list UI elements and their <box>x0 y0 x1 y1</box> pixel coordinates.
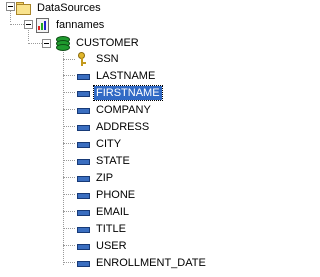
tree-node-datasources[interactable]: DataSources <box>15 0 103 16</box>
key-icon <box>74 51 90 67</box>
collapse-toggle-fannames[interactable] <box>24 20 33 29</box>
tree-field-firstname[interactable]: FIRSTNAME <box>74 85 163 101</box>
tree-field-company[interactable]: COMPANY <box>74 102 153 118</box>
tree-field-label: ADDRESS <box>96 121 150 133</box>
tree-field-zip[interactable]: ZIP <box>74 170 115 186</box>
tree-node-label: fannames <box>56 19 105 31</box>
field-icon <box>74 255 90 271</box>
tree-field-phone[interactable]: PHONE <box>74 187 137 203</box>
tree-field-enrollment-date[interactable]: ENROLLMENT_DATE <box>74 255 208 271</box>
tree-field-label: LASTNAME <box>96 70 156 82</box>
tree-connector <box>63 52 64 265</box>
tree-field-address[interactable]: ADDRESS <box>74 119 151 135</box>
field-icon <box>74 119 90 135</box>
tree-node-customer[interactable]: CUSTOMER <box>54 35 141 51</box>
field-icon <box>74 170 90 186</box>
field-icon <box>74 102 90 118</box>
tree-field-label: USER <box>96 240 127 252</box>
tree-field-user[interactable]: USER <box>74 238 129 254</box>
field-icon <box>74 85 90 101</box>
tree-connector <box>10 10 11 22</box>
datasource-icon <box>34 17 50 33</box>
tree-field-ssn[interactable]: SSN <box>74 51 121 67</box>
tree-field-label: PHONE <box>96 189 136 201</box>
collapse-toggle-customer[interactable] <box>42 39 51 48</box>
tree-field-label: SSN <box>96 53 119 65</box>
tree-connector <box>28 30 29 41</box>
tree-field-email[interactable]: EMAIL <box>74 204 131 220</box>
tree-field-label-selected: FIRSTNAME <box>93 85 163 101</box>
tree-field-label: EMAIL <box>96 206 130 218</box>
tree-node-label: CUSTOMER <box>76 37 139 49</box>
field-icon <box>74 204 90 220</box>
collapse-toggle-datasources[interactable] <box>6 2 15 11</box>
tree-field-label: ZIP <box>96 172 114 184</box>
field-icon <box>74 68 90 84</box>
table-icon <box>54 35 70 51</box>
tree-field-label: COMPANY <box>96 104 151 116</box>
tree-field-label: ENROLLMENT_DATE <box>96 257 206 269</box>
datasource-tree[interactable]: DataSources fannames CUSTOMER SSN LASTNA… <box>0 0 211 277</box>
folder-icon <box>15 0 31 16</box>
tree-field-city[interactable]: CITY <box>74 136 123 152</box>
tree-field-title[interactable]: TITLE <box>74 221 128 237</box>
tree-field-label: TITLE <box>96 223 126 235</box>
tree-field-label: CITY <box>96 138 122 150</box>
field-icon <box>74 153 90 169</box>
field-icon <box>74 221 90 237</box>
tree-field-label: STATE <box>96 155 130 167</box>
tree-connector <box>28 43 42 44</box>
field-icon <box>74 187 90 203</box>
tree-field-state[interactable]: STATE <box>74 153 132 169</box>
tree-field-lastname[interactable]: LASTNAME <box>74 68 157 84</box>
tree-connector <box>10 24 24 25</box>
field-icon <box>74 238 90 254</box>
field-icon <box>74 136 90 152</box>
tree-node-fannames[interactable]: fannames <box>34 17 106 33</box>
tree-node-label: DataSources <box>37 2 101 14</box>
